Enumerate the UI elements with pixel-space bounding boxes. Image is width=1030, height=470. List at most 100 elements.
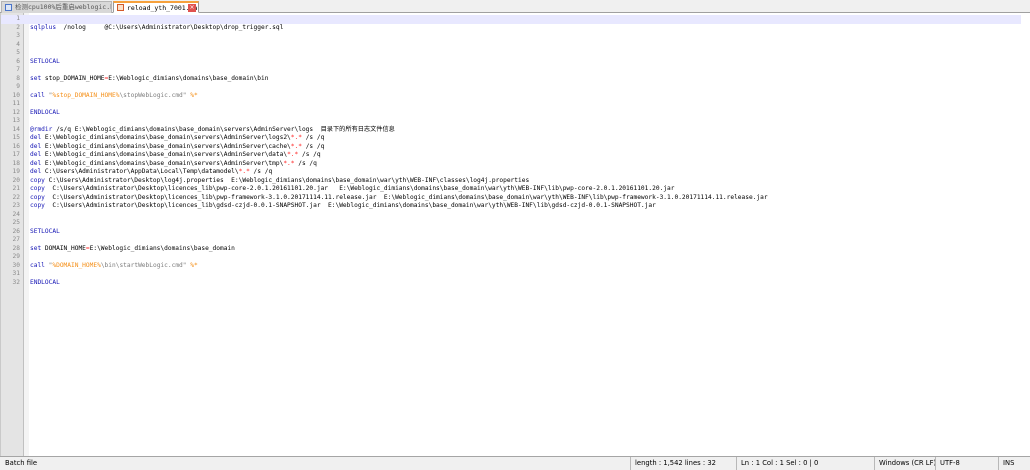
code-token: ENDLOCAL bbox=[30, 278, 60, 286]
line-number: 3 bbox=[16, 32, 20, 39]
code-token: /s /q bbox=[294, 159, 317, 167]
code-token: E:\Weblogic_dimians\domains\base_domain bbox=[89, 244, 235, 252]
code-token: stop_DOMAIN_HOME bbox=[41, 74, 105, 82]
notepad-window: 检测cpu100%后重启weblogic.bat reload_yth_7001… bbox=[0, 0, 1030, 470]
code-token: %DOMAIN_HOME% bbox=[52, 261, 101, 269]
code-line[interactable]: 15 del E:\Weblogic_dimians\domains\base_d… bbox=[1, 134, 1021, 143]
code-line[interactable]: 7 bbox=[1, 66, 1021, 75]
code-token: copy bbox=[30, 176, 45, 184]
code-line[interactable]: 2 sqlplus /nolog @C:\Users\Administrator\… bbox=[1, 24, 1021, 33]
code-token: copy bbox=[30, 202, 45, 209]
line-number: 2 bbox=[16, 23, 20, 31]
code-token: DOMAIN_HOME bbox=[41, 244, 86, 252]
code-token: del bbox=[30, 134, 42, 141]
line-number: 6 bbox=[16, 57, 20, 65]
tab-bar: 检测cpu100%后重启weblogic.bat reload_yth_7001… bbox=[0, 0, 1030, 13]
code-line[interactable]: 8 set stop_DOMAIN_HOME=E:\Weblogic_dimian… bbox=[1, 75, 1021, 84]
code-line[interactable]: 10 call "%stop_DOMAIN_HOME%\stopWebLogic.… bbox=[1, 92, 1021, 101]
code-line[interactable]: 30 call "%DOMAIN_HOME%\bin\startWebLogic.… bbox=[1, 262, 1021, 271]
code-token: E:\Weblogic_dimians\domains\base_domain\… bbox=[41, 151, 288, 158]
line-text: ENDLOCAL bbox=[30, 109, 60, 118]
line-number: 31 bbox=[12, 270, 20, 277]
code-token: /nolog @C:\Users\Administrator\Desktop\d… bbox=[56, 23, 284, 31]
code-token: /s /q bbox=[301, 142, 325, 150]
code-token: set bbox=[30, 74, 42, 82]
code-token: C:\Users\Administrator\Desktop\licences_… bbox=[44, 202, 656, 209]
code-line[interactable]: 4 bbox=[1, 41, 1021, 50]
line-text: del C:\Users\Administrator\AppData\Local… bbox=[30, 168, 272, 177]
typing-mode[interactable]: INS bbox=[998, 457, 1030, 470]
line-ending-format[interactable]: Windows (CR LF) bbox=[874, 457, 936, 470]
tab-restart-weblogic[interactable]: 检测cpu100%后重启weblogic.bat bbox=[1, 1, 112, 13]
code-line[interactable]: 31 bbox=[1, 270, 1021, 279]
status-bar: Batch file length : 1,542 lines : 32 Ln … bbox=[0, 456, 1030, 470]
code-token: C:\Users\Administrator\Desktop\log4j.pro… bbox=[44, 176, 530, 184]
code-token: E:\Weblogic_dimians\domains\base_domain\… bbox=[108, 74, 269, 82]
code-editor[interactable]: 1 2 sqlplus /nolog @C:\Users\Administrator… bbox=[0, 13, 1030, 456]
code-line[interactable]: 29 bbox=[1, 253, 1021, 262]
code-line[interactable]: 1 bbox=[1, 15, 1021, 24]
code-token: call bbox=[30, 91, 45, 99]
line-number: 11 bbox=[12, 100, 20, 107]
code-line[interactable]: 13 bbox=[1, 117, 1021, 126]
document-length: length : 1,542 lines : 32 bbox=[630, 457, 736, 470]
code-line[interactable]: 6 SETLOCAL bbox=[1, 58, 1021, 67]
code-token: %* bbox=[190, 91, 198, 99]
line-number: 9 bbox=[16, 83, 20, 90]
code-line[interactable]: 16 del E:\Weblogic_dimians\domains\base_d… bbox=[1, 143, 1021, 152]
line-number: 28 bbox=[12, 244, 20, 252]
code-line[interactable]: 20 copy C:\Users\Administrator\Desktop\lo… bbox=[1, 177, 1021, 186]
code-token: *.* bbox=[290, 134, 302, 141]
line-text: del E:\Weblogic_dimians\domains\base_dom… bbox=[30, 151, 321, 160]
tab-reload-yth[interactable]: reload_yth_7001.bat × bbox=[113, 1, 199, 13]
code-token: ENDLOCAL bbox=[30, 108, 60, 116]
file-encoding[interactable]: UTF-8 bbox=[935, 457, 998, 470]
code-line[interactable]: 25 bbox=[1, 219, 1021, 228]
code-token: E:\Weblogic_dimians\domains\base_domain\… bbox=[41, 159, 284, 167]
code-token: \stopWebLogic.cmd" bbox=[119, 91, 187, 99]
line-number: 4 bbox=[16, 40, 20, 48]
line-text: sqlplus /nolog @C:\Users\Administrator\D… bbox=[30, 24, 283, 33]
close-tab-icon[interactable]: × bbox=[188, 4, 196, 12]
code-line[interactable]: 18 del E:\Weblogic_dimians\domains\base_d… bbox=[1, 160, 1021, 169]
code-token: set bbox=[30, 244, 42, 252]
code-token: call bbox=[30, 261, 45, 269]
code-token: SETLOCAL bbox=[30, 227, 60, 235]
code-line[interactable]: 27 bbox=[1, 236, 1021, 245]
code-line[interactable]: 32 ENDLOCAL bbox=[1, 279, 1021, 288]
code-line[interactable]: 3 bbox=[1, 32, 1021, 41]
code-line[interactable]: 11 bbox=[1, 100, 1021, 109]
code-line[interactable]: 5 bbox=[1, 49, 1021, 58]
code-token: %stop_DOMAIN_HOME% bbox=[52, 91, 120, 99]
code-token: copy bbox=[30, 185, 45, 192]
code-token: *.* bbox=[290, 142, 302, 150]
code-line[interactable]: 21 copy C:\Users\Administrator\Desktop\li… bbox=[1, 185, 1021, 194]
line-text: SETLOCAL bbox=[30, 228, 60, 237]
code-line[interactable]: 9 bbox=[1, 83, 1021, 92]
code-token: del bbox=[30, 142, 42, 150]
file-type: Batch file bbox=[5, 459, 38, 467]
line-text: copy C:\Users\Administrator\Desktop\lice… bbox=[30, 202, 656, 211]
code-token: 目录下的所有日志文件信息 bbox=[320, 125, 395, 133]
line-number: 27 bbox=[12, 236, 20, 243]
code-line[interactable]: 24 bbox=[1, 211, 1021, 220]
code-line[interactable]: 12 ENDLOCAL bbox=[1, 109, 1021, 118]
code-token: /s/q E:\Weblogic_dimians\domains\base_do… bbox=[52, 125, 321, 133]
code-line[interactable]: 28 set DOMAIN_HOME=E:\Weblogic_dimians\do… bbox=[1, 245, 1021, 254]
code-line[interactable]: 17 del E:\Weblogic_dimians\domains\base_d… bbox=[1, 151, 1021, 160]
code-line[interactable]: 19 del C:\Users\Administrator\AppData\Loc… bbox=[1, 168, 1021, 177]
line-number: 1 bbox=[16, 15, 20, 22]
code-line[interactable]: 23 copy C:\Users\Administrator\Desktop\li… bbox=[1, 202, 1021, 211]
code-token: del bbox=[30, 159, 42, 167]
code-token: \bin\startWebLogic.cmd" bbox=[100, 261, 187, 269]
code-line[interactable]: 22 copy C:\Users\Administrator\Desktop\li… bbox=[1, 194, 1021, 203]
line-number: 19 bbox=[12, 168, 20, 175]
line-number: 16 bbox=[12, 142, 20, 150]
line-number: 30 bbox=[12, 261, 20, 269]
code-line[interactable]: 26 SETLOCAL bbox=[1, 228, 1021, 237]
line-number: 14 bbox=[12, 125, 20, 133]
line-number: 12 bbox=[12, 108, 20, 116]
line-number: 23 bbox=[12, 202, 20, 209]
line-text: ENDLOCAL bbox=[30, 279, 60, 288]
code-line[interactable]: 14 @rmdir /s/q E:\Weblogic_dimians\domain… bbox=[1, 126, 1021, 135]
